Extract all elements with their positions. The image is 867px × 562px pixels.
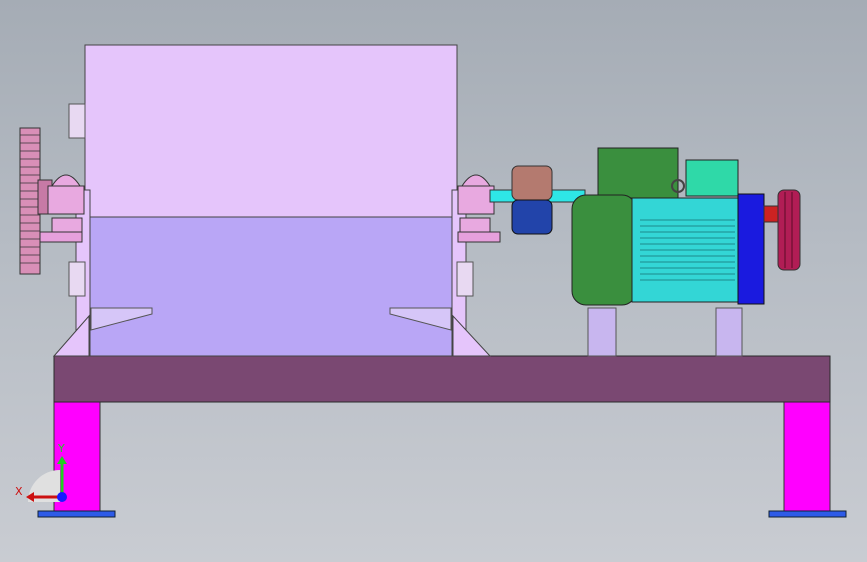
hopper-lower-body[interactable] xyxy=(88,216,454,357)
electric-motor[interactable] xyxy=(571,147,765,357)
cad-viewport[interactable]: X Y xyxy=(0,0,867,562)
drive-gear[interactable] xyxy=(19,127,53,275)
lower-bracket-right xyxy=(456,261,474,297)
right-foot-plate[interactable] xyxy=(768,510,847,518)
left-foot-plate[interactable] xyxy=(37,510,116,518)
right-bearing-housing[interactable] xyxy=(457,174,501,243)
upper-bracket-left xyxy=(68,103,86,139)
axis-triad xyxy=(26,456,67,502)
cad-scene[interactable] xyxy=(0,0,867,562)
x-axis-label: X xyxy=(15,485,23,498)
shaft-coupling[interactable] xyxy=(511,165,553,235)
right-leg[interactable] xyxy=(783,400,831,514)
right-gusset xyxy=(452,314,492,357)
left-gusset xyxy=(52,314,90,357)
hopper-upper-body[interactable] xyxy=(84,44,458,218)
z-axis-origin xyxy=(57,492,67,502)
lower-bracket-left xyxy=(68,261,86,297)
base-frame[interactable] xyxy=(53,355,831,403)
v-belt-pulley[interactable] xyxy=(777,189,801,271)
y-axis-label: Y xyxy=(58,442,65,455)
